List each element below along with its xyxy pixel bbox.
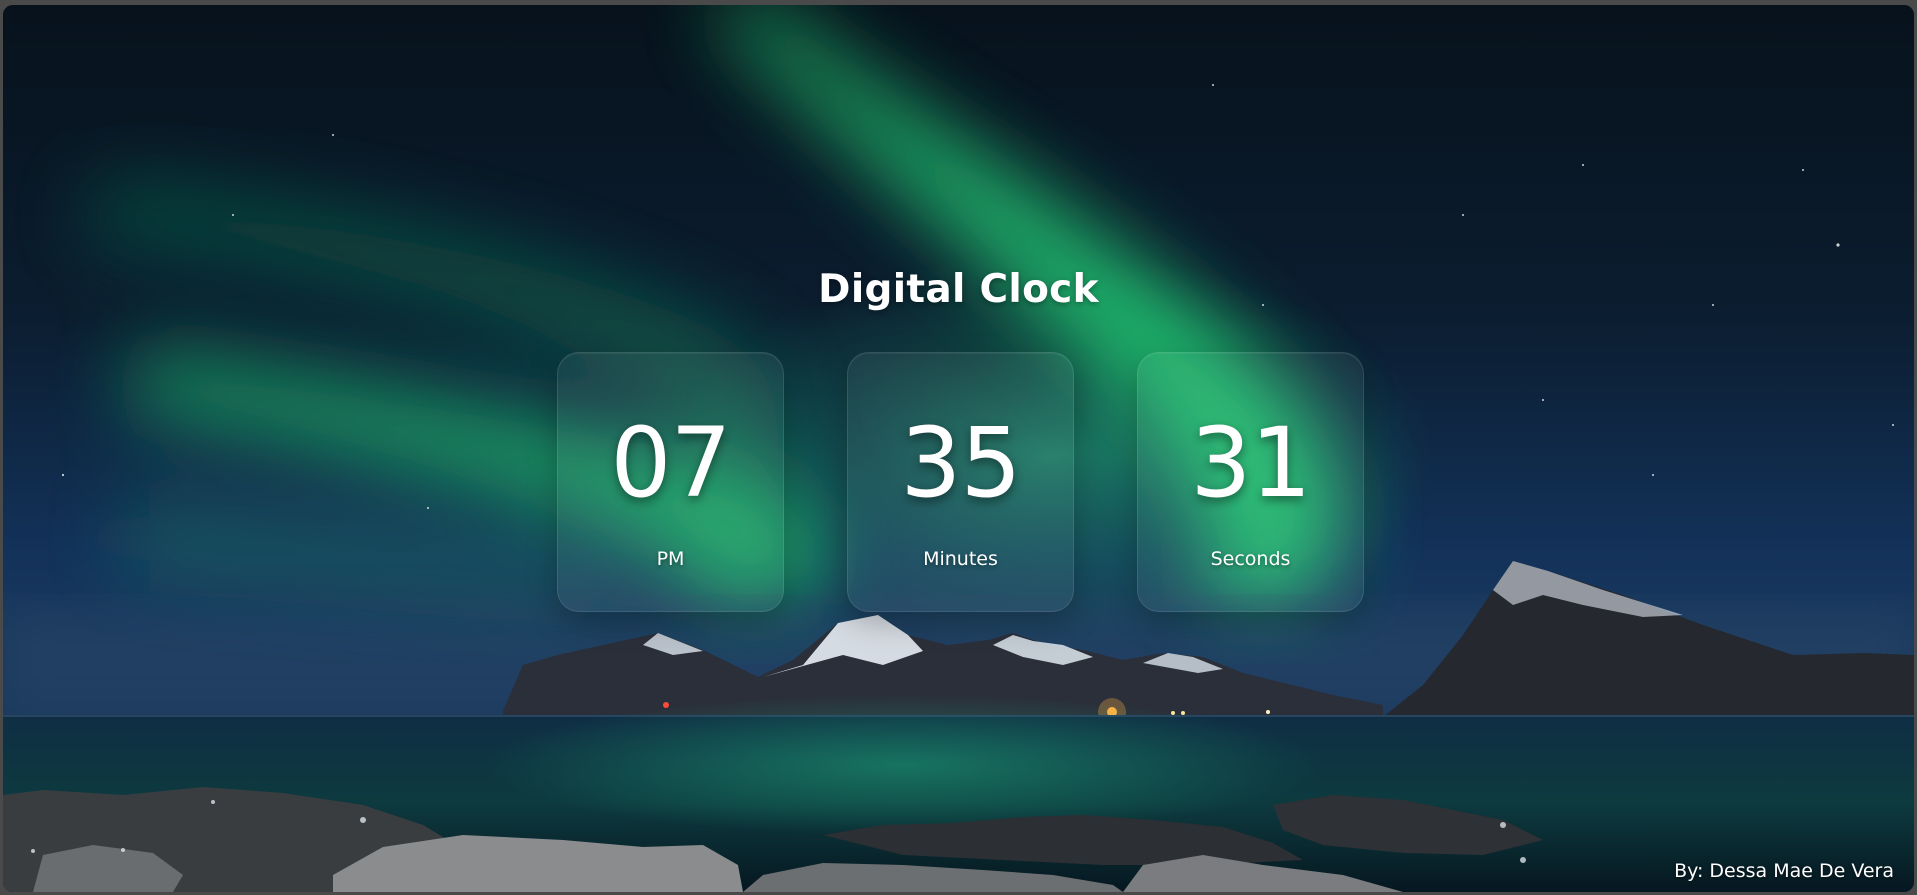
clock-display: 07 PM 35 Minutes 31 Seconds — [557, 352, 1364, 612]
page-title: Digital Clock — [818, 267, 1099, 312]
app-window: Digital Clock 07 PM 35 Minutes 31 Second… — [3, 5, 1914, 892]
hours-card: 07 PM — [557, 352, 784, 612]
hours-value: 07 — [610, 407, 731, 519]
seconds-card: 31 Seconds — [1137, 352, 1364, 612]
minutes-value: 35 — [900, 407, 1021, 519]
seconds-value: 31 — [1190, 407, 1311, 519]
minutes-card: 35 Minutes — [847, 352, 1074, 612]
minutes-label: Minutes — [923, 548, 998, 570]
author-credit: By: Dessa Mae De Vera — [1674, 860, 1894, 882]
seconds-label: Seconds — [1210, 548, 1291, 570]
period-label: PM — [656, 548, 685, 570]
